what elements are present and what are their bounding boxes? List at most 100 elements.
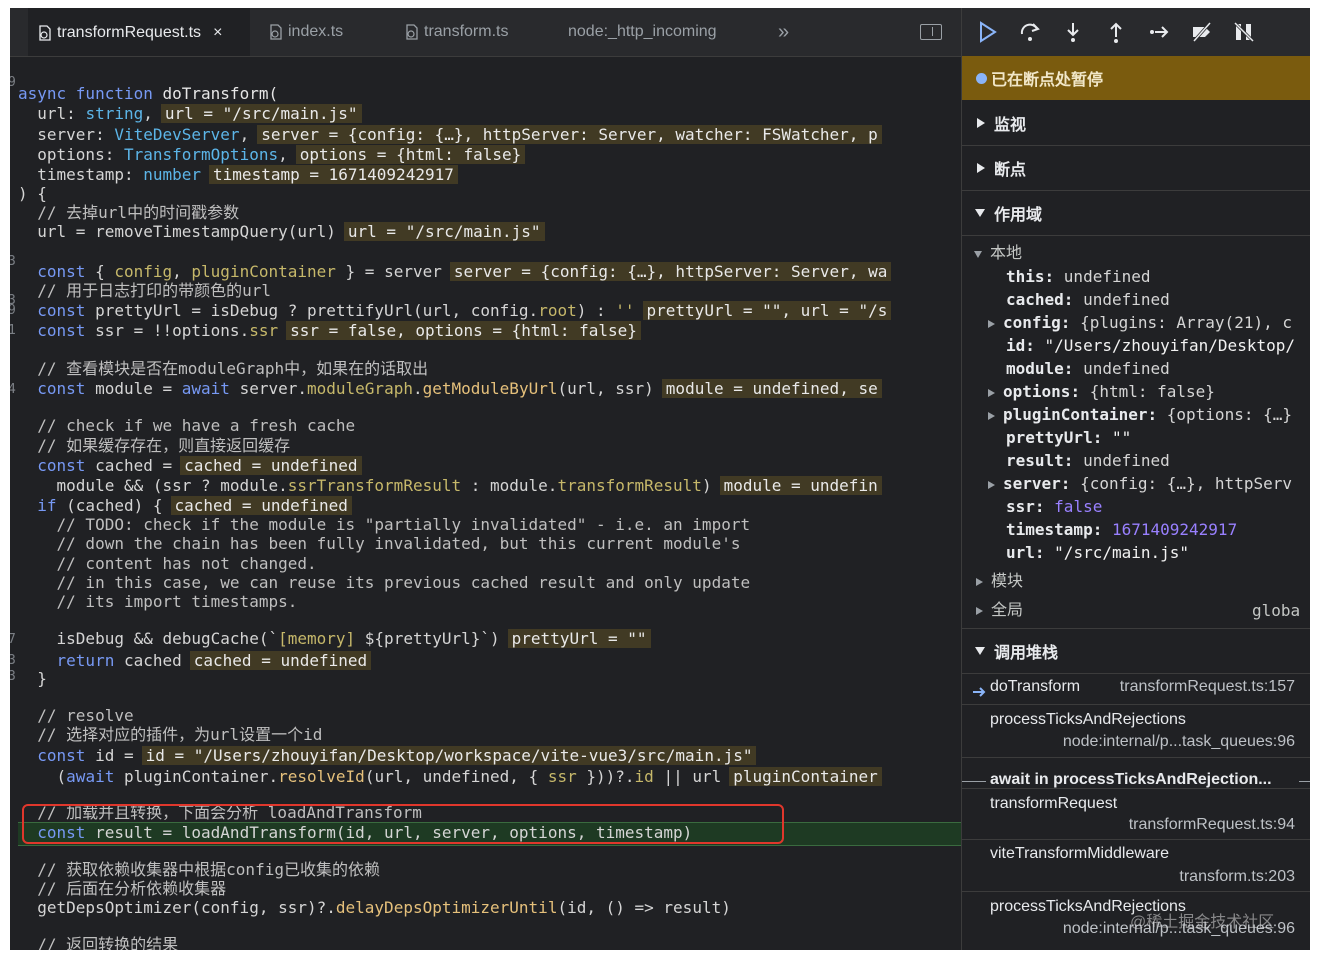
section-watch[interactable]: 监视 bbox=[962, 101, 1310, 146]
scope-variable[interactable]: timestamp: 1671409242917 bbox=[1006, 519, 1237, 541]
token: const bbox=[18, 262, 86, 281]
code-line: } bbox=[18, 669, 47, 689]
watermark: @稀土掘金技术社区 bbox=[1130, 914, 1275, 931]
scope-variable-value: {html: false} bbox=[1089, 382, 1215, 401]
tab-transform[interactable]: transform.ts bbox=[404, 8, 508, 56]
tab-transformrequest[interactable]: transformRequest.ts × bbox=[28, 8, 250, 56]
token: const bbox=[18, 746, 86, 765]
token: , bbox=[172, 262, 192, 281]
token: ssr bbox=[547, 767, 577, 786]
scope-module-group[interactable]: 模块 bbox=[976, 570, 1023, 594]
tab-label: transform.ts bbox=[424, 23, 509, 40]
scope-variable[interactable]: prettyUrl: "" bbox=[1006, 427, 1131, 449]
expand-triangle-icon[interactable] bbox=[988, 319, 995, 328]
step-icon[interactable] bbox=[1147, 20, 1171, 44]
scope-variable[interactable]: module: undefined bbox=[1006, 358, 1170, 380]
frame-name: viteTransformMiddleware bbox=[990, 845, 1170, 862]
scope-variable-value: 1671409242917 bbox=[1111, 520, 1238, 539]
token: pluginContainer bbox=[191, 262, 336, 281]
code-comment: // 如果缓存存在，则直接返回缓存 bbox=[18, 436, 291, 455]
scope-variable[interactable]: pluginContainer: {options: {…} bbox=[988, 404, 1292, 426]
token: return bbox=[18, 651, 115, 670]
inline-value: url = "/src/main.js" bbox=[160, 104, 362, 123]
inline-value: module = undefin bbox=[719, 476, 882, 495]
scope-global-group[interactable]: 全局 globa bbox=[976, 599, 1310, 623]
frame-name: doTransform bbox=[990, 678, 1081, 695]
code-comment: // 去掉url中的时间戳参数 bbox=[18, 203, 240, 222]
token: id = bbox=[85, 746, 134, 765]
expand-triangle-icon[interactable] bbox=[988, 388, 995, 397]
tab-node-http-incoming[interactable]: node:_http_incoming bbox=[568, 8, 717, 56]
group-label: 模块 bbox=[991, 573, 1024, 590]
code-line: (await pluginContainer.resolveId(url, un… bbox=[18, 767, 882, 787]
token: delayDepsOptimizerUntil bbox=[335, 898, 558, 917]
scope-variable-value: false bbox=[1054, 497, 1103, 516]
token: || url bbox=[653, 767, 722, 786]
devtools-window: transformRequest.ts × index.ts transform… bbox=[10, 8, 1310, 950]
separator: : bbox=[1060, 313, 1081, 332]
close-tab-icon[interactable]: × bbox=[213, 24, 222, 42]
expand-triangle-icon[interactable] bbox=[988, 480, 995, 489]
section-callstack[interactable]: 调用堆栈 bbox=[962, 628, 1310, 674]
step-into-icon[interactable] bbox=[1061, 20, 1085, 44]
callstack-frame[interactable]: viteTransformMiddleware transform.ts:203 bbox=[962, 839, 1310, 892]
scope-variable-name: server bbox=[1003, 474, 1061, 493]
code-comment: // 用于日志打印的带颜色的url bbox=[18, 281, 272, 300]
scope-variable[interactable]: this: undefined bbox=[1006, 266, 1151, 288]
chevron-double-right-icon: » bbox=[778, 20, 790, 43]
scope-variable-name: pluginContainer bbox=[1003, 405, 1148, 424]
pause-on-exceptions-icon[interactable] bbox=[1232, 20, 1256, 44]
token: . bbox=[412, 379, 423, 398]
scope-variable-value: {options: {…} bbox=[1166, 405, 1292, 424]
resume-icon[interactable] bbox=[976, 20, 1000, 44]
token: ${prettyUrl}`) bbox=[355, 629, 500, 648]
token: getModuleByUrl bbox=[422, 379, 558, 398]
group-label: 本地 bbox=[990, 245, 1023, 262]
token: (url, undefined, { bbox=[364, 767, 548, 786]
scope-variable[interactable]: server: {config: {…}, httpServ bbox=[988, 473, 1292, 495]
scope-variable[interactable]: options: {html: false} bbox=[988, 381, 1215, 403]
toggle-sidebar-icon[interactable] bbox=[920, 24, 942, 40]
scope-variable[interactable]: id: "/Users/zhouyifan/Desktop/ bbox=[1006, 335, 1295, 357]
step-over-icon[interactable] bbox=[1018, 20, 1042, 44]
inline-value: cached = undefined bbox=[180, 456, 362, 475]
triangle-down-icon bbox=[975, 647, 985, 655]
callstack-frame[interactable]: processTicksAndRejections node:internal/… bbox=[962, 705, 1310, 758]
scope-variable[interactable]: config: {plugins: Array(21), c bbox=[988, 312, 1292, 334]
token: number bbox=[143, 165, 202, 184]
token: isDebug && debugCache(` bbox=[18, 629, 279, 648]
inline-value: ssr = false, options = {html: false} bbox=[286, 321, 641, 340]
inline-value: id = "/Users/zhouyifan/Desktop/workspace… bbox=[141, 746, 757, 765]
code-line: module && (ssr ? module.ssrTransformResu… bbox=[18, 476, 882, 496]
code-comment: // its import timestamps. bbox=[18, 592, 298, 611]
separator: : bbox=[1092, 428, 1112, 447]
step-out-icon[interactable] bbox=[1104, 20, 1128, 44]
line-number: 3 bbox=[10, 254, 16, 269]
token: ) { bbox=[18, 184, 47, 203]
section-breakpoints[interactable]: 断点 bbox=[962, 146, 1310, 191]
callstack-frame[interactable]: transformRequest transformRequest.ts:94 bbox=[962, 788, 1310, 840]
scope-variable[interactable]: cached: undefined bbox=[1006, 289, 1170, 311]
expand-triangle-icon[interactable] bbox=[988, 411, 995, 420]
inline-value: pluginContainer bbox=[729, 767, 882, 786]
section-scope[interactable]: 作用域 bbox=[962, 191, 1310, 236]
file-icon bbox=[37, 25, 53, 41]
code-comment: // 返回转换的结果 bbox=[18, 935, 179, 950]
token: id bbox=[634, 767, 654, 786]
token: url: bbox=[18, 104, 86, 123]
token: , bbox=[278, 145, 288, 164]
scope-variable[interactable]: ssr: false bbox=[1006, 496, 1102, 518]
scope-variable[interactable]: url: "/src/main.js" bbox=[1006, 542, 1189, 564]
callstack-frame-active[interactable]: doTransform transformRequest.ts:157 bbox=[962, 674, 1310, 705]
inline-value: timestamp = 1671409242917 bbox=[209, 165, 458, 184]
tab-index[interactable]: index.ts bbox=[268, 8, 343, 56]
scope-local-group[interactable]: 本地 bbox=[974, 242, 1022, 266]
more-tabs-button[interactable]: » bbox=[778, 8, 789, 56]
inline-value: server = {config: {…}, httpServer: Serve… bbox=[449, 262, 892, 281]
scope-variable-value: {plugins: Array(21), c bbox=[1080, 313, 1292, 332]
token: string bbox=[85, 104, 144, 123]
deactivate-breakpoints-icon[interactable] bbox=[1190, 20, 1214, 44]
triangle-right-icon bbox=[976, 607, 983, 615]
scope-variable[interactable]: result: undefined bbox=[1006, 450, 1170, 472]
token: ) bbox=[701, 476, 712, 495]
